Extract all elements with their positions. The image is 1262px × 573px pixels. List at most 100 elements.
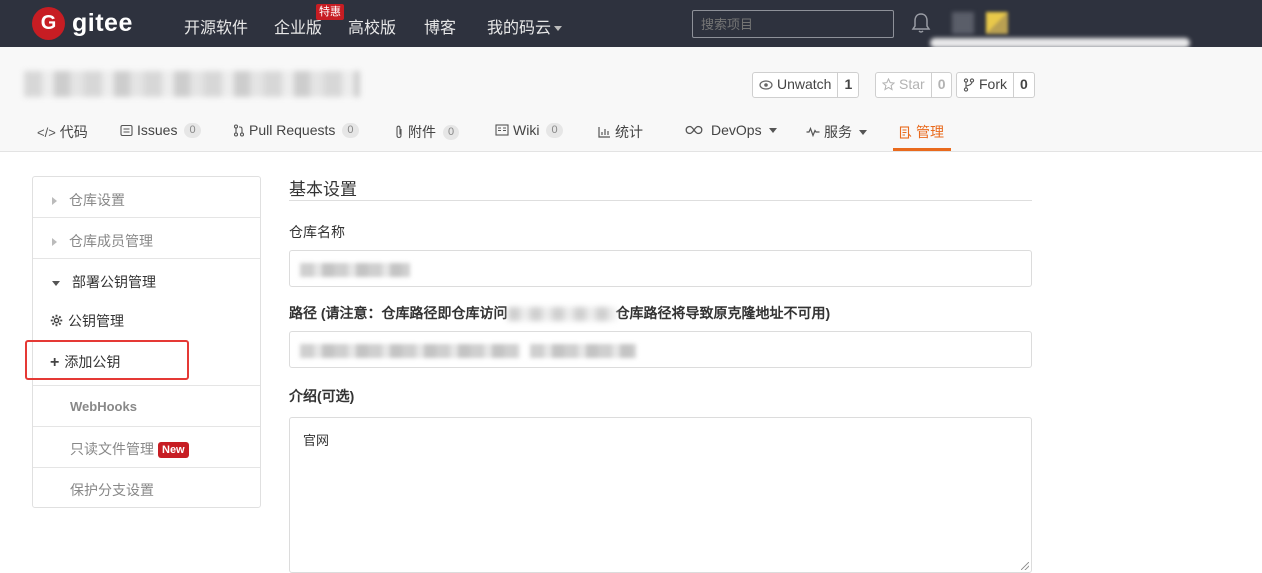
tab-wiki[interactable]: Wiki 0 — [495, 122, 563, 138]
star-label: Star — [899, 76, 925, 92]
repo-path-input[interactable] — [289, 331, 1032, 368]
tab-attachments[interactable]: 附件 0 — [394, 122, 460, 142]
nav-my-gitee[interactable]: 我的码云 — [487, 14, 563, 38]
search-input[interactable] — [692, 10, 894, 38]
caret-right-icon — [52, 238, 57, 247]
tab-services-label: 服务 — [824, 124, 852, 140]
tab-manage-label: 管理 — [916, 124, 944, 140]
sidebar-item-key-management[interactable]: 公钥管理 — [33, 299, 260, 339]
star-label-wrap: Star — [876, 73, 932, 97]
nav-my-gitee-label: 我的码云 — [487, 20, 552, 37]
sidebar-item-label: 保护分支设置 — [70, 482, 154, 498]
gitee-logo-icon: G — [32, 7, 65, 40]
tab-wiki-label: Wiki — [513, 122, 540, 138]
tab-stats-label: 统计 — [615, 124, 643, 140]
nav-education[interactable]: 高校版 — [348, 14, 396, 38]
blurred-input-value — [300, 263, 410, 277]
annotation-highlight-box — [25, 340, 189, 380]
repo-name-label: 仓库名称 — [289, 224, 345, 240]
active-tab-indicator — [893, 148, 951, 151]
title-divider — [289, 200, 1032, 201]
star-button[interactable]: Star 0 — [875, 72, 953, 98]
sidebar-item-label: WebHooks — [70, 399, 137, 414]
devops-icon — [685, 125, 703, 135]
path-label-part1: 路径 (请注意：仓库路径即仓库访问 — [289, 305, 508, 321]
logo-text: gitee — [72, 9, 133, 37]
caret-down-icon — [52, 280, 60, 286]
pulse-icon — [806, 127, 820, 137]
repo-intro-value: 官网 — [303, 433, 330, 448]
blurred-username — [952, 12, 974, 34]
eye-icon — [759, 80, 773, 90]
avatar[interactable] — [986, 12, 1008, 34]
tab-stats[interactable]: 统计 — [598, 122, 643, 142]
resize-handle[interactable] — [1021, 562, 1029, 570]
repo-intro-label: 介绍(可选) — [289, 388, 355, 404]
sidebar-item-label: 部署公钥管理 — [72, 274, 156, 290]
tab-devops-label: DevOps — [711, 122, 762, 138]
gear-icon — [50, 314, 63, 327]
fork-label: Fork — [979, 76, 1007, 92]
sidebar-item-label: 仓库成员管理 — [69, 233, 153, 249]
pull-request-icon — [233, 123, 245, 137]
repo-path-label: 路径 (请注意：仓库路径即仓库访问 仓库路径将导致原克隆地址不可用) — [289, 303, 830, 323]
sidebar-item-label: 公钥管理 — [68, 313, 124, 329]
blurred-input-value — [300, 344, 520, 358]
sidebar-item-webhooks[interactable]: WebHooks — [33, 386, 260, 427]
chevron-down-icon — [554, 26, 563, 32]
tab-issues-label: Issues — [137, 122, 178, 138]
promo-badge: 特惠 — [316, 4, 344, 20]
chevron-down-icon — [859, 129, 867, 135]
tab-services[interactable]: 服务 — [806, 122, 867, 142]
sidebar-item-protected-branches[interactable]: 保护分支设置 — [33, 468, 260, 508]
blurred-label-part — [507, 307, 616, 322]
tab-pull-requests[interactable]: Pull Requests 0 — [233, 122, 359, 138]
attachment-icon — [396, 125, 402, 139]
nav-blog[interactable]: 博客 — [424, 14, 456, 38]
sidebar-item-deploy-keys[interactable]: 部署公钥管理 — [33, 259, 260, 299]
tab-pull-requests-label: Pull Requests — [249, 122, 336, 138]
repo-name-input[interactable] — [289, 250, 1032, 287]
top-navbar: G gitee 开源软件 企业版 特惠 高校版 博客 我的码云 — [0, 0, 1262, 48]
repo-header: Unwatch 1 Star 0 Fork 0 </> 代码 Issues 0 … — [0, 47, 1262, 152]
tab-attachments-label: 附件 — [408, 124, 436, 140]
chevron-down-icon — [768, 127, 777, 133]
repo-intro-textarea[interactable]: 官网 — [289, 417, 1032, 573]
code-icon: </> — [37, 124, 56, 140]
attachments-count: 0 — [443, 124, 460, 140]
caret-right-icon — [52, 197, 57, 206]
pull-requests-count: 0 — [342, 122, 359, 138]
gitee-logo[interactable]: G gitee — [32, 7, 133, 40]
sidebar-item-label: 仓库设置 — [69, 192, 125, 208]
sidebar-item-repo-settings[interactable]: 仓库设置 — [33, 177, 260, 218]
bell-icon[interactable] — [911, 12, 931, 34]
sidebar-item-label: 只读文件管理 — [70, 441, 154, 457]
path-label-part2: 仓库路径将导致原克隆地址不可用) — [615, 305, 831, 321]
sidebar-item-readonly-files[interactable]: 只读文件管理 New — [33, 427, 260, 468]
star-count[interactable]: 0 — [932, 73, 952, 97]
tab-manage[interactable]: 管理 — [899, 122, 944, 142]
new-badge: New — [158, 442, 189, 459]
fork-label-wrap: Fork — [957, 73, 1014, 97]
nav-enterprise[interactable]: 企业版 — [274, 14, 322, 38]
page-title: 基本设置 — [289, 180, 357, 199]
tab-code-label: 代码 — [59, 124, 88, 140]
fork-count[interactable]: 0 — [1014, 73, 1034, 97]
sidebar-item-members[interactable]: 仓库成员管理 — [33, 218, 260, 259]
chart-icon — [598, 127, 610, 138]
fork-button[interactable]: Fork 0 — [956, 72, 1035, 98]
wiki-icon — [495, 124, 509, 136]
blurred-repo-title — [24, 71, 360, 97]
wiki-count: 0 — [546, 122, 563, 138]
watch-count[interactable]: 1 — [838, 73, 858, 97]
blurred-input-value — [530, 344, 636, 358]
nav-open-source[interactable]: 开源软件 — [184, 14, 248, 38]
star-icon — [882, 78, 895, 91]
tab-code[interactable]: </> 代码 — [37, 122, 88, 142]
issues-count: 0 — [184, 122, 201, 138]
manage-icon — [899, 125, 912, 139]
tab-devops[interactable]: DevOps — [685, 122, 777, 138]
watch-button[interactable]: Unwatch 1 — [752, 72, 860, 98]
tab-issues[interactable]: Issues 0 — [120, 122, 201, 138]
fork-icon — [963, 78, 975, 92]
